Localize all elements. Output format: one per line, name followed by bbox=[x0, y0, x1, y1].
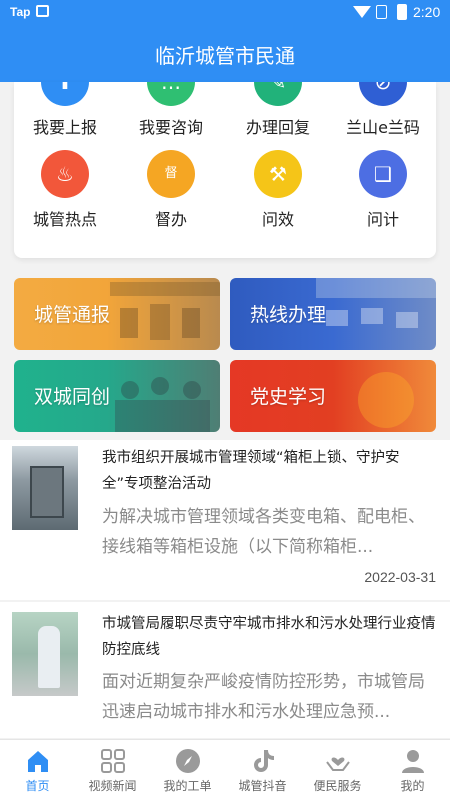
service-report[interactable]: ⬆ 我要上报 bbox=[15, 82, 115, 138]
status-time: 2:20 bbox=[413, 4, 441, 20]
edit-icon: ✎ bbox=[254, 82, 302, 106]
service-label: 办理回复 bbox=[245, 118, 310, 137]
service-consult[interactable]: … 我要咨询 bbox=[121, 82, 221, 138]
upload-icon: ⬆ bbox=[41, 82, 89, 106]
nav-video-news[interactable]: 视频新闻 bbox=[75, 740, 150, 800]
battery-icon bbox=[397, 4, 407, 20]
nav-my-orders[interactable]: 我的工单 bbox=[150, 740, 225, 800]
nav-label: 我的 bbox=[400, 779, 425, 793]
tiktok-icon bbox=[250, 748, 276, 774]
nav-label: 城管抖音 bbox=[238, 779, 287, 793]
news-thumbnail bbox=[12, 446, 78, 530]
tile-label: 双城同创 bbox=[34, 386, 111, 408]
compass-icon bbox=[175, 748, 201, 774]
home-icon bbox=[25, 748, 51, 774]
grid-icon bbox=[100, 748, 126, 774]
user-icon bbox=[400, 748, 426, 774]
gavel-icon: ⚒ bbox=[254, 150, 302, 198]
nav-services[interactable]: 便民服务 bbox=[300, 740, 375, 800]
news-summary: 面对近期复杂严峻疫情防控形势，市城管局迅速启动城市排水和污水处理应急预... bbox=[102, 672, 425, 722]
bottom-nav: 首页 视频新闻 我的工单 城管抖音 便民服务 我的 bbox=[0, 739, 450, 800]
tile-label: 热线办理 bbox=[250, 304, 327, 326]
tile-label: 城管通报 bbox=[34, 304, 111, 326]
news-item[interactable]: 我市组织开展城市管理领域“箱柜上锁、守护安全”专项整治活动 为解决城市管理领域各… bbox=[0, 440, 450, 600]
service-label: 问效 bbox=[261, 210, 294, 229]
news-item[interactable]: 市城管局履职尽责守牢城市排水和污水处理行业疫情防控底线 面对近期复杂严峻疫情防控… bbox=[0, 602, 450, 738]
nav-mine[interactable]: 我的 bbox=[375, 740, 450, 800]
nav-label: 视频新闻 bbox=[88, 779, 137, 793]
nav-label: 首页 bbox=[25, 779, 50, 793]
tile-bulletin[interactable]: 城管通报 bbox=[14, 278, 220, 350]
news-date: 2022-03-31 bbox=[364, 569, 436, 585]
news-title: 我市组织开展城市管理领域“箱柜上锁、守护安全”专项整治活动 bbox=[102, 450, 400, 492]
status-app-tag: Tap bbox=[10, 5, 31, 19]
service-reply[interactable]: ✎ 办理回复 bbox=[228, 82, 328, 138]
shield-icon: 督 bbox=[147, 150, 195, 198]
party-emblem-photo bbox=[358, 372, 414, 428]
news-title: 市城管局履职尽责守牢城市排水和污水处理行业疫情防控底线 bbox=[102, 616, 436, 658]
news-thumbnail bbox=[12, 612, 78, 696]
tile-dual-city[interactable]: 双城同创 bbox=[14, 360, 220, 432]
flame-icon: ♨ bbox=[41, 150, 89, 198]
service-label: 兰山e兰码 bbox=[346, 118, 420, 137]
no-sim-icon bbox=[376, 5, 387, 19]
chat-icon: … bbox=[147, 82, 195, 106]
nav-label: 我的工单 bbox=[163, 779, 212, 793]
heart-hands-icon bbox=[325, 748, 351, 774]
link-icon: ⊘ bbox=[359, 82, 407, 106]
tile-party-history[interactable]: 党史学习 bbox=[230, 360, 436, 432]
hotline-photo bbox=[316, 278, 436, 328]
wifi-icon bbox=[353, 6, 371, 18]
service-hotspot[interactable]: ♨ 城管热点 bbox=[15, 150, 115, 230]
service-label: 问计 bbox=[366, 210, 399, 229]
bulletin-photo bbox=[110, 282, 220, 340]
service-label: 督办 bbox=[154, 210, 187, 229]
nav-douyin[interactable]: 城管抖音 bbox=[225, 740, 300, 800]
page-title: 临沂城管市民通 bbox=[155, 44, 295, 68]
service-effect[interactable]: ⚒ 问效 bbox=[228, 150, 328, 230]
news-summary: 为解决城市管理领域各类变电箱、配电柜、接线箱等箱柜设施（以下简称箱柜... bbox=[102, 507, 425, 557]
nav-label: 便民服务 bbox=[313, 779, 362, 793]
dual-city-photo bbox=[115, 377, 210, 432]
service-label: 城管热点 bbox=[32, 210, 97, 229]
service-label: 我要咨询 bbox=[138, 118, 203, 137]
tile-label: 党史学习 bbox=[250, 386, 327, 408]
tile-hotline[interactable]: 热线办理 bbox=[230, 278, 436, 350]
service-supervise[interactable]: 督 督办 bbox=[121, 150, 221, 230]
service-advice[interactable]: ❑ 问计 bbox=[333, 150, 433, 230]
book-icon: ❑ bbox=[359, 150, 407, 198]
service-label: 我要上报 bbox=[32, 118, 97, 137]
top-bar: Tap 2:20 临沂城管市民通 bbox=[0, 0, 450, 82]
image-notification-icon bbox=[36, 5, 49, 17]
service-grid: ⬆ 我要上报 … 我要咨询 ✎ 办理回复 ⊘ 兰山e兰码 ♨ 城管热点 督 督办… bbox=[14, 82, 436, 258]
nav-home[interactable]: 首页 bbox=[0, 740, 75, 800]
service-lanshan-code[interactable]: ⊘ 兰山e兰码 bbox=[333, 82, 433, 138]
status-bar: Tap 2:20 bbox=[0, 0, 450, 25]
